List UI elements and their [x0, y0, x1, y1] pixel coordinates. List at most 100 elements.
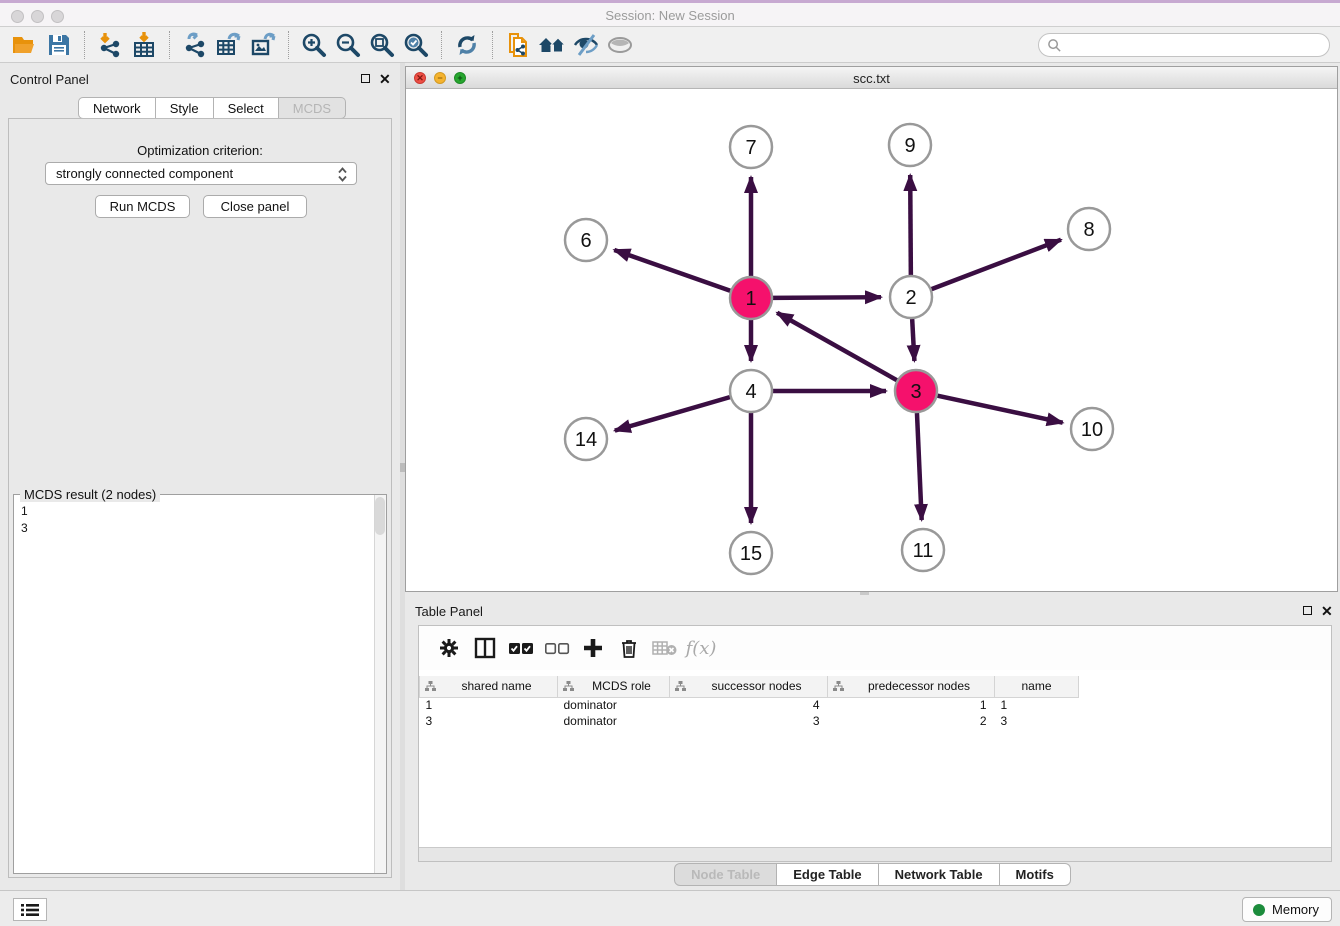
network-window-titlebar[interactable]: ✕ − + scc.txt — [406, 67, 1337, 89]
table-cell[interactable]: 3 — [670, 713, 828, 729]
export-network-icon[interactable] — [178, 30, 212, 60]
network-graph-canvas[interactable]: 7968124314101511 — [406, 89, 1337, 591]
deselect-all-icon[interactable] — [539, 633, 575, 663]
close-panel-button[interactable]: Close panel — [203, 195, 307, 218]
zoom-out-icon[interactable] — [331, 30, 365, 60]
clone-network-icon[interactable] — [501, 30, 535, 60]
graph-edge-4-14[interactable] — [615, 397, 730, 430]
eye-icon[interactable] — [603, 30, 637, 60]
toolbar-separator — [492, 31, 493, 59]
table-cell[interactable]: 1 — [420, 697, 558, 713]
table-cell[interactable]: 3 — [420, 713, 558, 729]
search-input[interactable] — [1062, 35, 1329, 55]
graph-node-label-6: 6 — [580, 230, 591, 252]
tab-network-table[interactable]: Network Table — [879, 863, 1000, 886]
hide-eye-icon[interactable] — [569, 30, 603, 60]
tab-select[interactable]: Select — [214, 97, 279, 119]
table-cell[interactable]: 2 — [828, 713, 995, 729]
graph-node-label-4: 4 — [745, 381, 756, 403]
col-successor-nodes[interactable]: successor nodes — [670, 676, 828, 697]
run-mcds-button[interactable]: Run MCDS — [95, 195, 190, 218]
split-panel-icon[interactable] — [467, 633, 503, 663]
col-name[interactable]: name — [995, 676, 1079, 697]
optimization-criterion-select[interactable]: strongly connected component — [45, 162, 357, 185]
table-float-panel-icon[interactable] — [1303, 605, 1312, 617]
open-folder-icon[interactable] — [8, 30, 42, 60]
graph-edge-1-2[interactable] — [773, 297, 881, 298]
table-cell[interactable]: 1 — [995, 697, 1079, 713]
table-hscrollbar[interactable] — [419, 847, 1331, 861]
float-panel-icon[interactable] — [361, 73, 370, 85]
import-table-icon[interactable] — [127, 30, 161, 60]
toolbar-separator — [288, 31, 289, 59]
status-bar: Memory — [0, 890, 1340, 926]
graph-node-label-10: 10 — [1081, 419, 1103, 441]
zoom-selected-icon[interactable] — [399, 30, 433, 60]
graph-edge-3-10[interactable] — [938, 396, 1063, 423]
graph-node-label-15: 15 — [740, 543, 762, 565]
col-shared-name[interactable]: shared name — [420, 676, 558, 697]
hierarchy-icon — [675, 681, 686, 695]
save-icon[interactable] — [42, 30, 76, 60]
table-cell[interactable]: 3 — [995, 713, 1079, 729]
col-mcds-role[interactable]: MCDS role — [558, 676, 670, 697]
mcds-panel-content: Optimization criterion: strongly connect… — [8, 118, 392, 878]
memory-label: Memory — [1272, 902, 1319, 917]
tab-mcds[interactable]: MCDS — [279, 97, 346, 119]
table-row[interactable]: 1dominator411 — [420, 697, 1079, 713]
graph-node-label-9: 9 — [904, 135, 915, 157]
tab-style[interactable]: Style — [156, 97, 214, 119]
zoom-fit-icon[interactable] — [365, 30, 399, 60]
select-all-icon[interactable] — [503, 633, 539, 663]
table-cell[interactable]: 1 — [828, 697, 995, 713]
export-table-icon[interactable] — [212, 30, 246, 60]
table-close-panel-icon[interactable]: ✕ — [1321, 605, 1333, 617]
close-panel-icon[interactable]: ✕ — [379, 73, 391, 85]
task-history-button[interactable] — [13, 898, 47, 921]
import-network-icon[interactable] — [93, 30, 127, 60]
function-icon[interactable]: f(x) — [683, 633, 719, 663]
graph-edge-1-6[interactable] — [614, 250, 730, 291]
tab-network[interactable]: Network — [78, 97, 156, 119]
graph-edge-3-1[interactable] — [777, 313, 897, 380]
export-image-icon[interactable] — [246, 30, 280, 60]
toolbar-separator — [441, 31, 442, 59]
list-icon — [21, 903, 39, 917]
add-row-icon[interactable] — [575, 633, 611, 663]
home-icon[interactable] — [535, 30, 569, 60]
hierarchy-icon — [833, 681, 844, 695]
table-panel-title: Table Panel — [415, 604, 483, 619]
table-panel: Table Panel ✕ f(x) — [405, 595, 1340, 890]
table-cell[interactable]: dominator — [558, 713, 670, 729]
optimization-criterion-value: strongly connected component — [56, 163, 233, 184]
table-cell[interactable]: 4 — [670, 697, 828, 713]
search-field[interactable] — [1038, 33, 1330, 57]
control-panel-tabs: Network Style Select MCDS — [78, 97, 346, 119]
table-row[interactable]: 3dominator323 — [420, 713, 1079, 729]
tab-node-table[interactable]: Node Table — [674, 863, 777, 886]
main-toolbar — [0, 27, 1340, 63]
refresh-icon[interactable] — [450, 30, 484, 60]
graph-edge-2-3[interactable] — [912, 319, 914, 361]
toolbar-separator — [169, 31, 170, 59]
delete-row-icon[interactable] — [611, 633, 647, 663]
tab-motifs[interactable]: Motifs — [1000, 863, 1071, 886]
mcds-result-text[interactable]: 1 3 — [15, 501, 373, 872]
col-predecessor-nodes[interactable]: predecessor nodes — [828, 676, 995, 697]
graph-edge-3-11[interactable] — [917, 413, 922, 520]
control-panel-title: Control Panel — [10, 72, 89, 87]
memory-button[interactable]: Memory — [1242, 897, 1332, 922]
hierarchy-icon — [563, 681, 574, 695]
graph-edge-2-9[interactable] — [910, 175, 911, 275]
graph-node-label-3: 3 — [910, 381, 921, 403]
gear-icon[interactable] — [431, 633, 467, 663]
delete-table-icon[interactable] — [647, 633, 683, 663]
graph-edge-2-8[interactable] — [932, 240, 1061, 289]
zoom-in-icon[interactable] — [297, 30, 331, 60]
graph-node-label-2: 2 — [905, 287, 916, 309]
tab-edge-table[interactable]: Edge Table — [777, 863, 878, 886]
search-icon — [1047, 38, 1062, 53]
result-scrollbar[interactable] — [374, 495, 386, 873]
select-stepper-icon — [337, 166, 348, 189]
table-cell[interactable]: dominator — [558, 697, 670, 713]
